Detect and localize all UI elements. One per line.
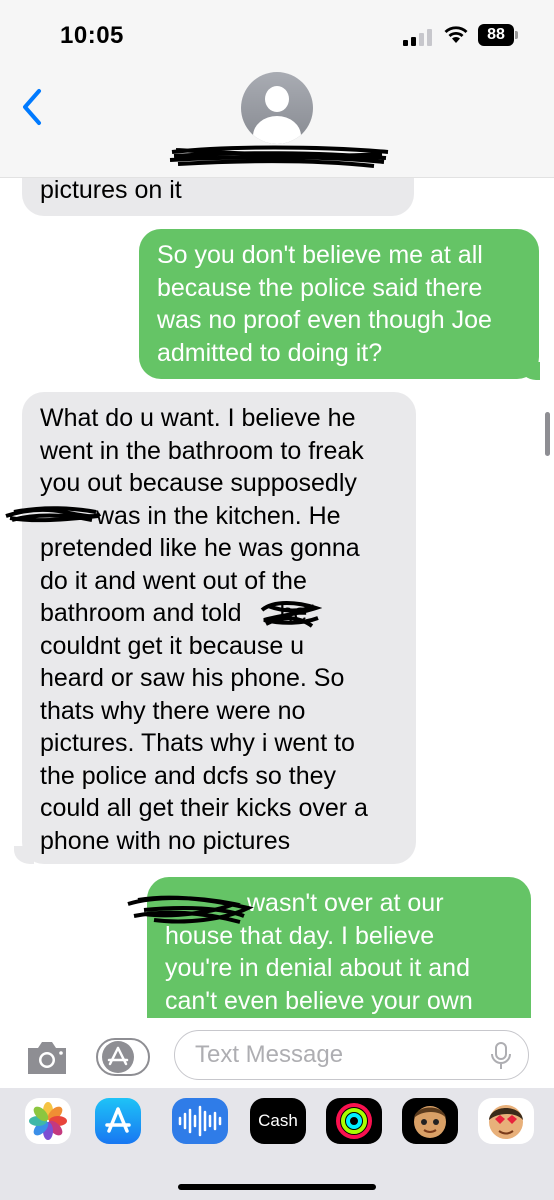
redaction-scribble [260,601,322,628]
message-input[interactable]: Text Message [174,1030,529,1080]
message-line: couldnt get it because u [40,631,305,660]
photos-icon[interactable] [25,1098,71,1144]
battery-icon: 88 [478,24,514,46]
message-bubble-outgoing[interactable]: So you don't believe me at all because t… [139,229,539,379]
bubble-tail [14,846,34,864]
message-line: pretended like he was gonna [40,534,360,562]
apple-cash-icon[interactable]: Cash [250,1098,306,1144]
message-line: What do u want. I believe he [40,404,356,432]
audio-message-icon[interactable] [172,1098,228,1144]
message-fragment: was in the kitchen. He [96,501,341,530]
back-chevron-icon[interactable] [20,88,44,126]
home-indicator[interactable] [178,1184,376,1190]
redaction-scribble [5,506,102,523]
message-text: pictures on it [40,176,182,204]
message-line: went in the bathroom to freak [40,436,364,465]
app-store-icon[interactable] [95,1098,141,1144]
redaction-scribble [127,895,254,924]
microphone-icon[interactable] [490,1041,512,1071]
imessage-app-drawer: Cash [0,1088,554,1200]
message-fragment: bathroom and told [40,599,242,627]
message-line: thats why there were no [40,696,306,725]
status-time: 10:05 [60,22,124,49]
message-line: heard or saw his phone. So [40,664,345,692]
message-line: phone with no pictures [40,826,291,855]
message-line: pictures. Thats why i went to [40,729,355,757]
apple-cash-label: Cash [258,1111,298,1130]
message-text: So you don't believe me at all because t… [157,241,492,367]
message-line: you're in denial about it and [165,954,470,982]
message-input-placeholder: Text Message [195,1041,344,1068]
compose-bar: Text Message [0,1018,554,1090]
memoji-icon[interactable] [402,1098,458,1144]
message-line: you out because supposedly [40,469,357,497]
message-fragment: wasn't over at our [247,889,444,917]
conversation-header: 10:05 88 [0,0,554,178]
message-line: do it and went out of the [40,566,307,595]
camera-icon[interactable] [24,1038,70,1078]
app-store-button-icon[interactable] [96,1038,152,1076]
wifi-icon [444,26,468,43]
message-line: can't even believe your own [165,986,473,1015]
memoji-stickers-icon[interactable] [478,1098,534,1144]
cellular-signal-icon [403,28,433,46]
message-line: bathroom and told he [40,597,398,630]
battery-tip [515,31,518,39]
contact-name-redaction [169,145,389,168]
fitness-icon[interactable] [326,1098,382,1144]
message-line: could all get their kicks over a [40,794,368,822]
scroll-indicator[interactable] [545,412,550,456]
contact-avatar[interactable] [241,72,313,144]
message-bubble-incoming[interactable]: What do u want. I believe he went in the… [22,392,416,864]
message-line: the police and dcfs so they [40,761,337,790]
